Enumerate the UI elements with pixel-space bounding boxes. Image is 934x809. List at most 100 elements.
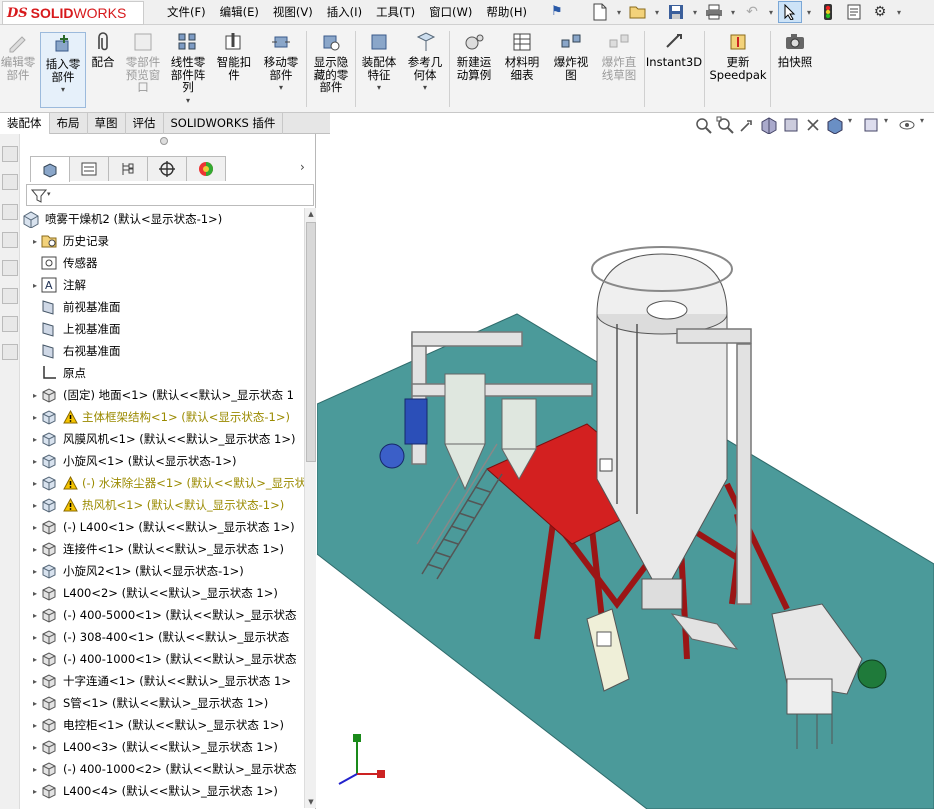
expand-arrow-icon[interactable]: ▸: [30, 457, 40, 466]
display-style-icon[interactable]: [826, 116, 844, 135]
tree-item[interactable]: 原点: [30, 362, 86, 384]
expand-arrow-icon[interactable]: ▸: [30, 743, 40, 752]
tree-item[interactable]: ▸ L400<3> (默认<<默认>_显示状态 1>): [30, 736, 278, 758]
tree-item[interactable]: 传感器: [30, 252, 98, 274]
print-dropdown-icon[interactable]: ▾: [728, 1, 738, 23]
mate-button[interactable]: 配合: [88, 31, 118, 109]
smart-fasteners-button[interactable]: 智能扣 件: [212, 31, 256, 109]
dimxpert-manager-icon[interactable]: [147, 156, 187, 181]
display-manager-icon[interactable]: [186, 156, 226, 181]
bom-button[interactable]: 材料明 细表: [500, 31, 544, 109]
save-dropdown-icon[interactable]: ▾: [690, 1, 700, 23]
scene-eye-icon[interactable]: [898, 116, 916, 134]
expand-arrow-icon[interactable]: ▸: [30, 435, 40, 444]
expand-arrow-icon[interactable]: ▸: [30, 545, 40, 554]
reference-geometry-dropdown-icon[interactable]: ▾: [423, 82, 427, 95]
tree-item[interactable]: ▸ 电控柜<1> (默认<<默认>_显示状态 1>): [30, 714, 284, 736]
tree-item[interactable]: ▸ 小旋风<1> (默认<显示状态-1>): [30, 450, 236, 472]
menu-edit[interactable]: 编辑(E): [213, 1, 266, 23]
tree-item[interactable]: ▸ (-) 400-1000<2> (默认<<默认>_显示状态: [30, 758, 297, 780]
file-properties-icon[interactable]: [842, 1, 866, 23]
expand-arrow-icon[interactable]: ▸: [30, 699, 40, 708]
expand-arrow-icon[interactable]: ▸: [30, 281, 40, 290]
new-document-icon[interactable]: [588, 1, 612, 23]
tab-solidworks-addins[interactable]: SOLIDWORKS 插件: [164, 113, 284, 134]
zoom-to-area-icon[interactable]: [716, 116, 734, 134]
expand-arrow-icon[interactable]: ▸: [30, 523, 40, 532]
tab-evaluate[interactable]: 评估: [126, 113, 164, 134]
expand-arrow-icon[interactable]: ▸: [30, 479, 40, 488]
tree-item[interactable]: ▸ S管<1> (默认<<默认>_显示状态 1>): [30, 692, 268, 714]
assembly-features-dropdown-icon[interactable]: ▾: [377, 82, 381, 95]
strip-tool-icon[interactable]: [2, 232, 18, 248]
expand-arrow-icon[interactable]: ▸: [30, 391, 40, 400]
show-hidden-components-button[interactable]: 显示隐 藏的零 部件: [309, 31, 353, 109]
move-component-dropdown-icon[interactable]: ▾: [279, 82, 283, 95]
section-view-icon[interactable]: [760, 116, 778, 135]
featuremanager-tree-icon[interactable]: [30, 156, 70, 182]
assembly-features-button[interactable]: 装配体 特征 ▾: [358, 31, 400, 109]
open-dropdown-icon[interactable]: ▾: [652, 1, 662, 23]
tree-item[interactable]: 上视基准面: [30, 318, 121, 340]
tree-item[interactable]: ▸ (-) L400<1> (默认<<默认>_显示状态 1>): [30, 516, 295, 538]
undo-icon[interactable]: ↶: [740, 1, 764, 23]
pin-menu-icon[interactable]: ⚑: [551, 4, 563, 19]
zoom-to-fit-icon[interactable]: [694, 116, 712, 134]
strip-tool-icon[interactable]: [2, 174, 18, 190]
hide-show-items-icon[interactable]: ▾: [848, 116, 858, 134]
move-component-button[interactable]: 移动零 部件 ▾: [258, 31, 304, 109]
tree-item[interactable]: ▸ L400<2> (默认<<默认>_显示状态 1>): [30, 582, 278, 604]
tree-item[interactable]: ▸ A 注解: [30, 274, 86, 296]
instant3d-button[interactable]: Instant3D: [646, 31, 702, 109]
new-dropdown-icon[interactable]: ▾: [614, 1, 624, 23]
tree-item[interactable]: ▸ 历史记录: [30, 230, 109, 252]
menu-tools[interactable]: 工具(T): [369, 1, 422, 23]
expand-arrow-icon[interactable]: ▸: [30, 589, 40, 598]
menu-help[interactable]: 帮助(H): [479, 1, 534, 23]
take-snapshot-button[interactable]: 拍快照: [774, 31, 816, 109]
scroll-thumb[interactable]: [306, 222, 316, 462]
feature-tree-filter[interactable]: ▾: [26, 184, 314, 206]
solidworks-logo[interactable]: DS SOLID WORKS: [2, 1, 144, 25]
dynamic-annotation-icon[interactable]: [782, 116, 800, 134]
menu-insert[interactable]: 插入(I): [320, 1, 369, 23]
update-speedpak-button[interactable]: 更新 Speedpak: [708, 31, 768, 109]
insert-component-dropdown-icon[interactable]: ▾: [61, 84, 65, 97]
expand-arrow-icon[interactable]: ▸: [30, 677, 40, 686]
tree-item[interactable]: ▸ 十字连通<1> (默认<<默认>_显示状态 1>: [30, 670, 291, 692]
explode-line-sketch-button[interactable]: 爆炸直 线草图: [596, 31, 642, 109]
open-folder-icon[interactable]: [626, 1, 650, 23]
edit-appearance-icon[interactable]: [862, 116, 880, 134]
tree-item[interactable]: 右视基准面: [30, 340, 121, 362]
strip-tool-icon[interactable]: [2, 344, 18, 360]
strip-tool-icon[interactable]: [2, 260, 18, 276]
scroll-up-icon[interactable]: ▲: [305, 208, 317, 220]
strip-tool-icon[interactable]: [2, 288, 18, 304]
expand-arrow-icon[interactable]: ▸: [30, 633, 40, 642]
expand-arrow-icon[interactable]: ▸: [30, 721, 40, 730]
property-manager-icon[interactable]: [69, 156, 109, 181]
reference-geometry-button[interactable]: 参考几 何体 ▾: [404, 31, 446, 109]
print-icon[interactable]: [702, 1, 726, 23]
strip-tool-icon[interactable]: [2, 316, 18, 332]
more-tabs-chevron-icon[interactable]: ›: [300, 160, 305, 174]
rebuild-traffic-light-icon[interactable]: [816, 1, 840, 23]
expand-arrow-icon[interactable]: ▸: [30, 501, 40, 510]
tab-sketch[interactable]: 草图: [88, 113, 126, 134]
tree-item[interactable]: ▸ 热风机<1> (默认<默认_显示状态-1>): [30, 494, 284, 516]
menu-file[interactable]: 文件(F): [160, 1, 213, 23]
tree-item[interactable]: 前视基准面: [30, 296, 121, 318]
expand-arrow-icon[interactable]: ▸: [30, 611, 40, 620]
tree-item[interactable]: ▸ (-) 水沫除尘器<1> (默认<<默认>_显示状: [30, 472, 304, 494]
tree-item[interactable]: ▸ (固定) 地面<1> (默认<<默认>_显示状态 1: [30, 384, 294, 406]
scene-dropdown-icon[interactable]: ▾: [920, 116, 930, 134]
linear-pattern-button[interactable]: 线性零 部件阵 列 ▾: [166, 31, 210, 109]
select-cursor-icon[interactable]: [778, 1, 802, 23]
menu-view[interactable]: 视图(V): [266, 1, 320, 23]
tree-item[interactable]: ▸ 风膜风机<1> (默认<<默认>_显示状态 1>): [30, 428, 295, 450]
tree-item[interactable]: ▸ (-) 400-5000<1> (默认<<默认>_显示状态: [30, 604, 297, 626]
tree-item[interactable]: ▸ (-) 308-400<1> (默认<<默认>_显示状态: [30, 626, 289, 648]
insert-component-button[interactable]: 插入零 部件 ▾: [40, 32, 86, 108]
tree-item[interactable]: ▸ (-) 400-1000<1> (默认<<默认>_显示状态: [30, 648, 297, 670]
new-motion-study-button[interactable]: 新建运 动算例: [452, 31, 496, 109]
